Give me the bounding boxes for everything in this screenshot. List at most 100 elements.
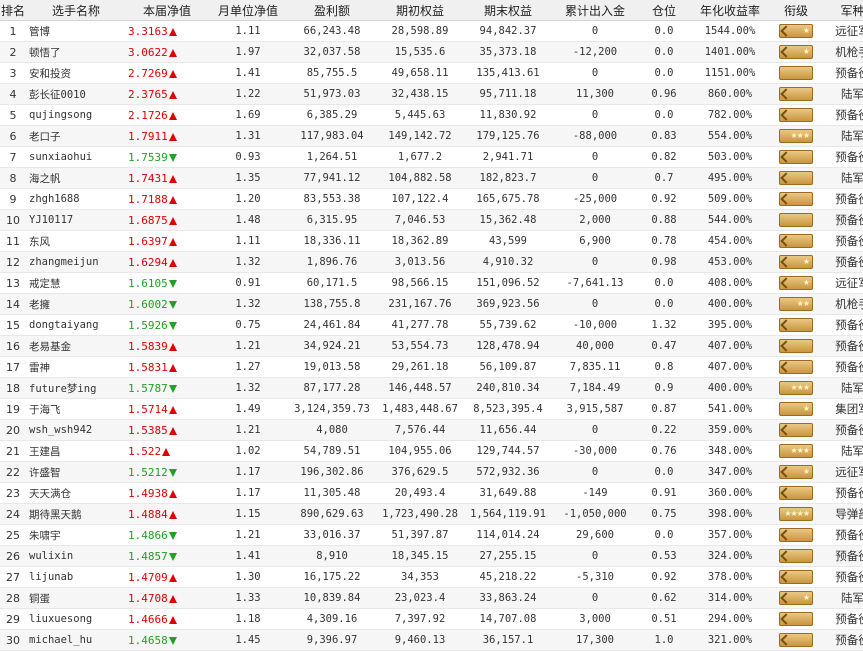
table-row[interactable]: 10 YJ10117 1.6875 1.48 6,315.95 7,046.53 15,36… <box>0 209 863 231</box>
column-header[interactable]: 期末权益 <box>464 0 552 21</box>
player-name-link[interactable]: zhangmeijun <box>26 251 126 273</box>
table-row[interactable]: 17 雷神 1.5831 1.27 19,013.58 29,261.18 56,109.8… <box>0 356 863 378</box>
player-name-link[interactable]: 戒定慧 <box>26 272 126 294</box>
player-name-link[interactable]: 安和投资 <box>26 62 126 84</box>
player-name-link[interactable]: lijunab <box>26 566 126 588</box>
player-name-link[interactable]: 天天满仓 <box>26 482 126 504</box>
table-row[interactable]: 16 老易基金 1.5839 1.21 34,924.21 53,554.73 128,47… <box>0 335 863 357</box>
star-icon: ★ <box>802 278 810 287</box>
end-equity-cell: 572,932.36 <box>464 461 552 483</box>
player-name-link[interactable]: 海之帆 <box>26 167 126 189</box>
table-row[interactable]: 26 wulixin 1.4857 1.41 8,910 18,345.15 27,255.… <box>0 545 863 567</box>
column-header[interactable]: 本届净值 <box>126 0 208 21</box>
table-row[interactable]: 20 wsh_wsh942 1.5385 1.21 4,080 7,576.44 11,65… <box>0 419 863 441</box>
table-row[interactable]: 4 彭长征0010 2.3765 1.22 51,973.03 32,438.15 95,7… <box>0 83 863 105</box>
table-row[interactable]: 7 sunxiaohui 1.7539 0.93 1,264.51 1,677.2 2,94… <box>0 146 863 168</box>
column-header[interactable]: 年化收益率 <box>690 0 770 21</box>
begin-equity-cell: 104,955.06 <box>376 440 464 462</box>
chevron-icon <box>780 592 792 604</box>
table-row[interactable]: 11 东风 1.6397 1.11 18,336.11 18,362.89 43,599 6,… <box>0 230 863 252</box>
table-row[interactable]: 3 安和投资 2.7269 1.41 85,755.5 49,658.11 135,413.… <box>0 62 863 84</box>
nav-value: 2.1726 <box>128 108 168 122</box>
table-row[interactable]: 21 王建昌 1.522 1.02 54,789.51 104,955.06 129,744… <box>0 440 863 462</box>
player-name-link[interactable]: 管博 <box>26 20 126 42</box>
column-header[interactable]: 期初权益 <box>376 0 464 21</box>
arrow-up-icon <box>168 132 177 141</box>
player-name-link[interactable]: 朱啸宇 <box>26 524 126 546</box>
column-header[interactable]: 选手名称 <box>26 0 126 21</box>
end-equity-cell: 15,362.48 <box>464 209 552 231</box>
player-name-link[interactable]: 彭长征0010 <box>26 83 126 105</box>
table-row[interactable]: 19 于海飞 1.5714 1.49 3,124,359.73 1,483,448.67 8… <box>0 398 863 420</box>
table-row[interactable]: 6 老口子 1.7911 1.31 117,983.04 149,142.72 179,12… <box>0 125 863 147</box>
column-header[interactable]: 累计出入金 <box>552 0 638 21</box>
rank-badge-cell: ★★★★ <box>770 503 822 525</box>
player-name-link[interactable]: 顿悟了 <box>26 41 126 63</box>
table-row[interactable]: 24 期待黑天鹅 1.4884 1.15 890,629.63 1,723,490.28 1… <box>0 503 863 525</box>
column-header[interactable]: 月单位净值 <box>208 0 288 21</box>
net-flow-cell: 0 <box>552 587 638 609</box>
table-row[interactable]: 22 许盛智 1.5212 1.17 196,302.86 376,629.5 572,93… <box>0 461 863 483</box>
player-name-link[interactable]: future梦ing <box>26 377 126 399</box>
column-header[interactable]: 仓位 <box>638 0 690 21</box>
nav-cell: 1.7431 <box>126 167 208 189</box>
player-name-link[interactable]: 铜蛋 <box>26 587 126 609</box>
column-header[interactable]: 排名 <box>0 0 26 21</box>
table-row[interactable]: 14 老擁 1.6002 1.32 138,755.8 231,167.76 369,923… <box>0 293 863 315</box>
begin-equity-cell: 376,629.5 <box>376 461 464 483</box>
player-name-link[interactable]: 期待黑天鹅 <box>26 503 126 525</box>
table-row[interactable]: 2 顿悟了 3.0622 1.97 32,037.58 15,535.6 35,373.18… <box>0 41 863 63</box>
table-row[interactable]: 25 朱啸宇 1.4866 1.21 33,016.37 51,397.87 114,014… <box>0 524 863 546</box>
table-row[interactable]: 27 lijunab 1.4709 1.30 16,175.22 34,353 45,218… <box>0 566 863 588</box>
annual-return-cell: 782.00% <box>690 104 770 126</box>
player-name-link[interactable]: 王建昌 <box>26 440 126 462</box>
table-row[interactable]: 23 天天满仓 1.4938 1.17 11,305.48 20,493.4 31,649.… <box>0 482 863 504</box>
table-row[interactable]: 15 dongtaiyang 1.5926 0.75 24,461.84 41,277.7… <box>0 314 863 336</box>
position-cell: 0.83 <box>638 125 690 147</box>
player-name-link[interactable]: YJ10117 <box>26 209 126 231</box>
profit-cell: 11,305.48 <box>288 482 376 504</box>
table-row[interactable]: 13 戒定慧 1.6105 0.91 60,171.5 98,566.15 151,096.… <box>0 272 863 294</box>
unit-nav-cell: 1.45 <box>208 629 288 651</box>
chevron-icon <box>780 466 792 478</box>
table-row[interactable]: 28 铜蛋 1.4708 1.33 10,839.84 23,023.4 33,863.24… <box>0 587 863 609</box>
arrow-down-icon <box>168 279 177 288</box>
player-name-link[interactable]: 于海飞 <box>26 398 126 420</box>
army-branch-cell: 预备役 <box>822 104 863 126</box>
player-name-link[interactable]: 老口子 <box>26 125 126 147</box>
rank-cell: 14 <box>0 293 26 315</box>
player-name-link[interactable]: 老擁 <box>26 293 126 315</box>
profit-cell: 1,896.76 <box>288 251 376 273</box>
column-header[interactable]: 军种 <box>822 0 863 21</box>
player-name-link[interactable]: liuxuesong <box>26 608 126 630</box>
table-row[interactable]: 29 liuxuesong 1.4666 1.18 4,309.16 7,397.92 14… <box>0 608 863 630</box>
player-name-link[interactable]: dongtaiyang <box>26 314 126 336</box>
nav-cell: 1.7188 <box>126 188 208 210</box>
player-name-link[interactable]: qujingsong <box>26 104 126 126</box>
player-name-link[interactable]: wulixin <box>26 545 126 567</box>
army-branch-cell: 远征军 <box>822 272 863 294</box>
table-row[interactable]: 9 zhgh1688 1.7188 1.20 83,553.38 107,122.4 165… <box>0 188 863 210</box>
table-row[interactable]: 12 zhangmeijun 1.6294 1.32 1,896.76 3,013.56 4… <box>0 251 863 273</box>
player-name-link[interactable]: wsh_wsh942 <box>26 419 126 441</box>
position-cell: 0.87 <box>638 398 690 420</box>
table-row[interactable]: 8 海之帆 1.7431 1.35 77,941.12 104,882.58 182,823… <box>0 167 863 189</box>
player-name-link[interactable]: 雷神 <box>26 356 126 378</box>
player-name-link[interactable]: sunxiaohui <box>26 146 126 168</box>
column-header[interactable]: 盈利额 <box>288 0 376 21</box>
table-row[interactable]: 1 管博 3.3163 1.11 66,243.48 28,598.89 94,842.37… <box>0 20 863 42</box>
profit-cell: 6,385.29 <box>288 104 376 126</box>
player-name-link[interactable]: michael_hu <box>26 629 126 651</box>
arrow-up-icon <box>168 426 177 435</box>
end-equity-cell: 179,125.76 <box>464 125 552 147</box>
table-row[interactable]: 18 future梦ing 1.5787 1.32 87,177.28 146,448.5… <box>0 377 863 399</box>
player-name-link[interactable]: 老易基金 <box>26 335 126 357</box>
column-header[interactable]: 衔级 <box>770 0 822 21</box>
player-name-link[interactable]: 许盛智 <box>26 461 126 483</box>
player-name-link[interactable]: 东风 <box>26 230 126 252</box>
player-name-link[interactable]: zhgh1688 <box>26 188 126 210</box>
arrow-up-icon <box>168 216 177 225</box>
table-row[interactable]: 5 qujingsong 2.1726 1.69 6,385.29 5,445.63 11,… <box>0 104 863 126</box>
rank-insignia-icon: ★★★ <box>779 129 813 143</box>
table-row[interactable]: 30 michael_hu 1.4658 1.45 9,396.97 9,460.13 36… <box>0 629 863 651</box>
